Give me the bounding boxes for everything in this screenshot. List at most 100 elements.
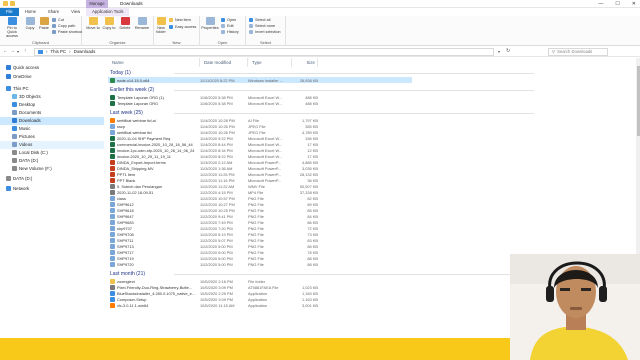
scrollbar-thumb[interactable] (636, 66, 640, 136)
tab-file[interactable]: File (0, 8, 19, 16)
properties-button[interactable]: Properties (201, 17, 219, 30)
file-icon (110, 166, 115, 171)
file-name-text: PPT1 item (117, 171, 136, 177)
tab-application-tools[interactable]: Application Tools (86, 8, 130, 16)
recent-locations-icon[interactable]: ▾ (17, 49, 19, 54)
file-icon (110, 136, 115, 141)
tab-view[interactable]: View (65, 8, 86, 16)
back-icon[interactable]: ← (3, 48, 8, 54)
file-row[interactable]: vlc-3.0.11.1-win64 10/5/2020 11:15 AM Appl… (108, 302, 412, 308)
easy-access-button[interactable]: Easy access (169, 25, 196, 29)
file-type: PNG File (248, 261, 264, 267)
manage-tab[interactable]: Manage (86, 0, 108, 8)
file-name-text: SHP9717 (117, 249, 134, 255)
file-icon (110, 184, 115, 189)
sidebar-item-new-volume-f[interactable]: New Volume (F:) (0, 165, 104, 173)
sidebar-item-desktop[interactable]: Desktop (0, 101, 104, 109)
paste-shortcut-button[interactable]: Paste shortcut (52, 30, 82, 34)
tab-share[interactable]: Share (42, 8, 65, 16)
sidebar-item-label: Local Disk (C:) (19, 150, 48, 156)
group-divider (174, 274, 534, 275)
column-header-type[interactable]: Type (248, 58, 292, 67)
sidebar-item-data-d[interactable]: DATA (D:) (0, 175, 104, 183)
file-row[interactable]: Template Laporan ORG 11/6/2020 5:38 PM Mic… (108, 100, 412, 106)
delete-button[interactable]: Delete (118, 17, 132, 30)
group-header[interactable]: Earlier this week (2) (110, 86, 154, 94)
close-icon[interactable]: ✕ (632, 0, 636, 8)
new-item-button[interactable]: New item (169, 18, 191, 22)
open-button[interactable]: Open (221, 18, 236, 22)
history-icon (221, 30, 225, 34)
music-icon (12, 126, 17, 132)
paste-button[interactable]: Paste (38, 17, 50, 30)
file-type: AT5881FAEA File (248, 284, 279, 290)
file-name: Pixel-Friendly-Duo-Ring-Strawberry-Butte… (108, 285, 200, 290)
group-header[interactable]: Today (1) (110, 69, 131, 77)
quick-access-toolbar[interactable] (3, 1, 15, 6)
sidebar-item-data-d[interactable]: DATA (D:) (0, 157, 104, 165)
sidebar-item-documents[interactable]: Documents (0, 109, 104, 117)
file-name: Template Laporan ORG (108, 101, 200, 106)
sidebar-item-quick-access[interactable]: Quick access (0, 64, 104, 72)
forward-icon[interactable]: → (10, 48, 15, 54)
up-icon[interactable]: ↑ (24, 48, 27, 54)
shortcut-icon (52, 30, 56, 34)
edit-button[interactable]: Edit (221, 24, 234, 28)
file-name: 2020-11-04 SHP Payment Req (108, 136, 200, 141)
column-header-date[interactable]: Date modified (200, 58, 248, 67)
copy-button[interactable]: Copy (24, 17, 36, 30)
address-bar[interactable]: › This PC › Downloads (34, 47, 494, 56)
tab-home[interactable]: Home (19, 8, 42, 16)
refresh-icon[interactable]: ↻ (506, 48, 510, 54)
breadcrumb-downloads[interactable]: Downloads (74, 49, 96, 54)
sidebar-item-onedrive[interactable]: OneDrive (0, 73, 104, 81)
column-header-name[interactable]: Name (108, 58, 200, 67)
sidebar-item-videos[interactable]: Videos (0, 141, 104, 149)
breadcrumb-this-pc[interactable]: This PC (50, 49, 66, 54)
sidebar-item-network[interactable]: Network (0, 185, 104, 193)
ribbon: Pin to Quick access Copy Paste Cut Copy … (0, 16, 640, 46)
file-type: PNG File (248, 207, 264, 213)
file-date: 11/2/2020 4:15 PM (200, 189, 233, 195)
pin-quick-access-button[interactable]: Pin to Quick access (2, 17, 22, 38)
sidebar-item-label: This PC (13, 86, 29, 92)
file-type: Application (248, 290, 268, 296)
sidebar-item-pictures[interactable]: Pictures (0, 133, 104, 141)
sidebar-item-local-disk-c[interactable]: Local Disk (C:) (0, 149, 104, 157)
properties-icon[interactable] (10, 1, 15, 6)
file-size: 12 KB (307, 147, 318, 153)
file-row[interactable]: node-v14.15.0-x64 11/11/2020 8:22 PM Windo… (108, 77, 412, 83)
history-button[interactable]: History (221, 30, 239, 34)
select-none-button[interactable]: Select none (249, 24, 275, 28)
address-dropdown-icon[interactable]: ▾ (498, 49, 500, 54)
folder-icon[interactable] (3, 1, 8, 6)
minimize-icon[interactable]: — (598, 0, 603, 8)
invert-selection-button[interactable]: Invert selection (249, 30, 281, 34)
file-date: 11/2/2020 5:00 PM (200, 255, 233, 261)
new-folder-button[interactable]: New folder (155, 17, 167, 34)
sidebar-item-downloads[interactable]: Downloads (0, 117, 104, 125)
group-header[interactable]: Last week (25) (110, 109, 143, 117)
move-to-button[interactable]: Move to (86, 17, 100, 30)
rename-button[interactable]: Rename (134, 17, 150, 30)
file-size: 156 KB (305, 135, 318, 141)
file-row[interactable]: SHP9720 11/2/2020 5:00 PM PNG File 88 KB (108, 261, 412, 267)
column-header-size[interactable]: Size (292, 58, 318, 67)
sidebar-item-music[interactable]: Music (0, 125, 104, 133)
group-header[interactable]: Last month (21) (110, 270, 145, 278)
select-all-button[interactable]: Select all (249, 18, 270, 22)
sidebar-item-3d-objects[interactable]: 3D Objects (0, 93, 104, 101)
file-type: PNG File (248, 243, 264, 249)
search-input[interactable]: ⚲ Search Downloads (548, 47, 608, 56)
file-name: SHP9683 (108, 220, 200, 225)
file-date: 11/2/2020 9:41 PM (200, 213, 233, 219)
copy-path-button[interactable]: Copy path (52, 24, 75, 28)
file-type: PNG File (248, 195, 264, 201)
maximize-icon[interactable]: ☐ (615, 0, 619, 8)
file-date: 10/5/2020 11:15 AM (200, 302, 235, 308)
copy-path-icon (52, 24, 56, 28)
cut-button[interactable]: Cut (52, 18, 64, 22)
file-name-text: SHP9711 (117, 237, 134, 243)
sidebar-item-this-pc[interactable]: This PC (0, 85, 104, 93)
copy-to-button[interactable]: Copy to (102, 17, 116, 30)
